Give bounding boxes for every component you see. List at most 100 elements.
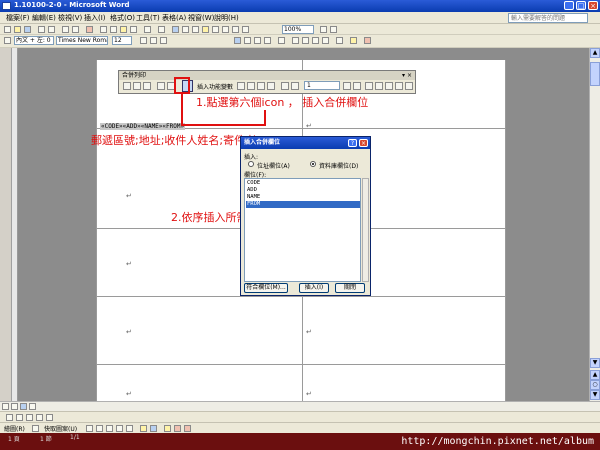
show-hide-icon[interactable] bbox=[242, 26, 249, 33]
increase-indent-icon[interactable] bbox=[322, 37, 329, 44]
document-map-icon[interactable] bbox=[232, 26, 239, 33]
paste-icon[interactable] bbox=[120, 26, 127, 33]
fields-list-scrollbar[interactable] bbox=[362, 178, 369, 282]
line-icon[interactable] bbox=[86, 425, 93, 432]
hyperlink-icon[interactable] bbox=[172, 26, 179, 33]
highlight-fields-icon[interactable] bbox=[247, 82, 255, 90]
copy-icon[interactable] bbox=[110, 26, 117, 33]
arrow-icon[interactable] bbox=[96, 425, 103, 432]
merge-to-email-icon[interactable] bbox=[405, 82, 413, 90]
outline-view-icon[interactable] bbox=[29, 403, 36, 410]
zoom-dropdown[interactable]: 100% bbox=[282, 25, 314, 34]
line-spacing-icon[interactable] bbox=[278, 37, 285, 44]
italic-icon[interactable] bbox=[150, 37, 157, 44]
close-button[interactable]: 關閉 bbox=[335, 283, 365, 293]
fields-listbox[interactable]: CODE ADD NAME FROM bbox=[244, 178, 361, 282]
view-merged-data-icon[interactable] bbox=[237, 82, 245, 90]
record-number-input[interactable]: 1 bbox=[304, 81, 340, 90]
menu-insert[interactable]: 插入(I) bbox=[84, 13, 106, 23]
browse-object-icon[interactable]: ○ bbox=[590, 380, 600, 390]
cut-icon[interactable] bbox=[100, 26, 107, 33]
merged-fields-text[interactable]: «CODE»«ADD»«NAME»«FROM» bbox=[100, 123, 186, 130]
normal-view-icon[interactable] bbox=[2, 403, 9, 410]
merge-to-new-icon[interactable] bbox=[385, 82, 393, 90]
address-field-radio[interactable] bbox=[248, 161, 254, 167]
scroll-up-icon[interactable]: ▲ bbox=[590, 48, 600, 58]
fill-color-icon[interactable] bbox=[164, 425, 171, 432]
open-folder-icon[interactable] bbox=[14, 26, 21, 33]
numbering-icon[interactable] bbox=[292, 37, 299, 44]
check-errors-icon[interactable] bbox=[375, 82, 383, 90]
email-icon[interactable] bbox=[48, 26, 55, 33]
highlight-icon[interactable] bbox=[350, 37, 357, 44]
format-painter-icon[interactable] bbox=[130, 26, 137, 33]
bold-icon[interactable] bbox=[140, 37, 147, 44]
menu-help[interactable]: 說明(H) bbox=[214, 13, 239, 23]
menu-format[interactable]: 格式(O) bbox=[110, 13, 135, 23]
recipients-icon[interactable] bbox=[143, 82, 151, 90]
style-dropdown[interactable]: 內文 + 左: 0 bbox=[14, 36, 54, 45]
word-app-icon[interactable] bbox=[2, 2, 11, 10]
help-question-input[interactable]: 輸入需要解答的問題 bbox=[508, 13, 588, 23]
textbox-icon[interactable] bbox=[126, 425, 133, 432]
insert-button[interactable]: 插入(I) bbox=[299, 283, 329, 293]
border-icon[interactable] bbox=[336, 37, 343, 44]
picture-icon[interactable] bbox=[150, 425, 157, 432]
toolbar-close-icon[interactable]: ▾ × bbox=[402, 71, 412, 80]
list-item[interactable]: ADD bbox=[246, 187, 360, 194]
main-document-setup-icon[interactable] bbox=[123, 82, 131, 90]
list-item-selected[interactable]: FROM bbox=[246, 201, 360, 208]
database-field-radio[interactable] bbox=[310, 161, 316, 167]
tables-borders-icon[interactable] bbox=[182, 26, 189, 33]
font-size-dropdown[interactable]: 12 bbox=[112, 36, 132, 45]
print-preview-icon[interactable] bbox=[72, 26, 79, 33]
insert-table-icon[interactable] bbox=[192, 26, 199, 33]
previous-record-icon[interactable] bbox=[291, 82, 299, 90]
dialog-close-icon[interactable]: × bbox=[359, 139, 368, 147]
read-icon[interactable] bbox=[330, 26, 337, 33]
columns-icon[interactable] bbox=[212, 26, 219, 33]
address-field-label[interactable]: 位址欄位(A) bbox=[257, 161, 290, 170]
select-objects-icon[interactable] bbox=[32, 425, 39, 432]
autoshapes-menu[interactable]: 快取圖案(U) bbox=[44, 424, 77, 433]
menu-view[interactable]: 檢視(V) bbox=[58, 13, 82, 23]
menu-file[interactable]: 檔案(F) bbox=[6, 13, 30, 23]
next-record-icon[interactable] bbox=[343, 82, 351, 90]
underline-icon[interactable] bbox=[160, 37, 167, 44]
scroll-thumb[interactable] bbox=[590, 62, 600, 86]
match-fields-icon[interactable] bbox=[257, 82, 265, 90]
list-item[interactable]: CODE bbox=[246, 180, 360, 187]
justify-icon[interactable] bbox=[264, 37, 271, 44]
propagate-labels-icon[interactable] bbox=[267, 82, 275, 90]
rectangle-icon[interactable] bbox=[106, 425, 113, 432]
permission-icon[interactable] bbox=[38, 26, 45, 33]
tool-icon[interactable] bbox=[16, 414, 23, 421]
insert-excel-icon[interactable] bbox=[202, 26, 209, 33]
scroll-down-icon[interactable]: ▼ bbox=[590, 358, 600, 368]
menu-edit[interactable]: 編輯(E) bbox=[32, 13, 56, 23]
oval-icon[interactable] bbox=[116, 425, 123, 432]
maximize-button[interactable]: □ bbox=[576, 1, 586, 10]
spelling-icon[interactable] bbox=[86, 26, 93, 33]
list-item[interactable]: NAME bbox=[246, 194, 360, 201]
align-left-icon[interactable] bbox=[234, 37, 241, 44]
tool-icon[interactable] bbox=[36, 414, 43, 421]
font-color-draw-icon[interactable] bbox=[184, 425, 191, 432]
draw-menu[interactable]: 繪圖(R) bbox=[4, 424, 25, 433]
open-data-source-icon[interactable] bbox=[133, 82, 141, 90]
last-record-icon[interactable] bbox=[353, 82, 361, 90]
tool-icon[interactable] bbox=[46, 414, 53, 421]
drawing-icon[interactable] bbox=[222, 26, 229, 33]
vertical-scrollbar[interactable]: ▲ ▼ ▲ ○ ▼ bbox=[589, 48, 600, 401]
font-dropdown[interactable]: Times New Roman bbox=[56, 36, 108, 45]
next-page-icon[interactable]: ▼ bbox=[590, 390, 600, 400]
close-window-button[interactable]: × bbox=[588, 1, 598, 10]
print-layout-icon[interactable] bbox=[20, 403, 27, 410]
redo-icon[interactable] bbox=[158, 26, 165, 33]
clipart-icon[interactable] bbox=[140, 425, 147, 432]
bullets-icon[interactable] bbox=[302, 37, 309, 44]
align-right-icon[interactable] bbox=[254, 37, 261, 44]
styles-pane-icon[interactable] bbox=[4, 37, 11, 44]
web-layout-icon[interactable] bbox=[11, 403, 18, 410]
tool-icon[interactable] bbox=[26, 414, 33, 421]
